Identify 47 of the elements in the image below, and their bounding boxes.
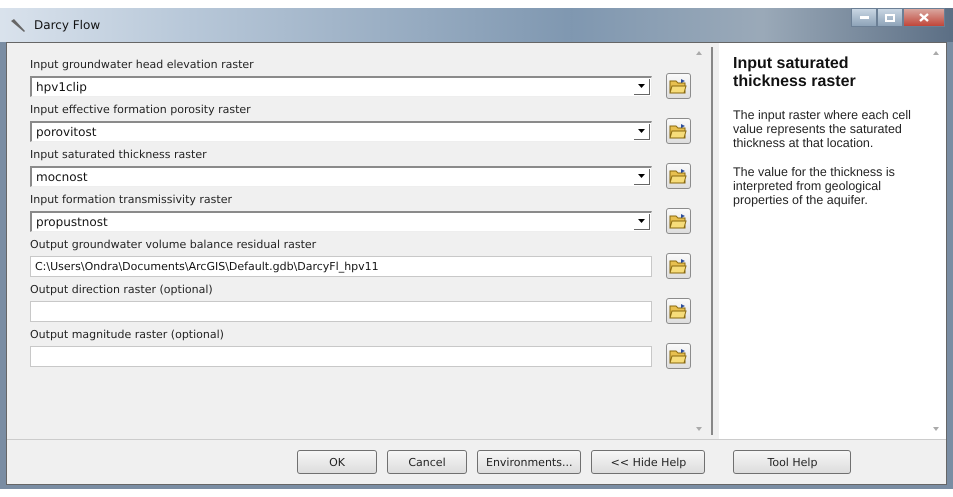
minimize-icon xyxy=(860,16,868,19)
dropdown-field[interactable]: hpv1clip xyxy=(30,76,652,96)
close-button[interactable] xyxy=(903,8,945,27)
minimize-button[interactable] xyxy=(851,8,877,27)
input-field[interactable] xyxy=(30,300,652,322)
dialog-button[interactable]: Tool Help xyxy=(733,450,852,474)
dialog-button[interactable]: Environments... xyxy=(477,450,582,474)
browse-button[interactable] xyxy=(666,208,691,234)
parameter-label: Output magnitude raster (optional) xyxy=(30,327,225,343)
dropdown-arrow-icon xyxy=(638,219,645,223)
browse-button[interactable] xyxy=(666,298,691,324)
dialog-button[interactable]: Cancel xyxy=(387,450,467,474)
parameter-label: Input groundwater head elevation raster xyxy=(30,57,255,73)
close-icon xyxy=(919,13,929,22)
folder-icon xyxy=(669,168,688,184)
dropdown-field[interactable]: propustnost xyxy=(30,210,652,232)
dropdown-arrow-icon xyxy=(638,129,645,133)
input-field[interactable]: C:\Users\Ondra\Documents\ArcGIS\Default.gdb\DarcyFl_hpv11 xyxy=(30,256,652,276)
browse-button[interactable] xyxy=(666,73,691,99)
folder-icon xyxy=(669,303,688,319)
browse-button[interactable] xyxy=(666,163,691,189)
parameter-label: Input effective formation porosity raster xyxy=(30,102,252,118)
parameter-label: Input formation transmissivity raster xyxy=(30,192,233,208)
help-text: The input raster where each cell value represents the saturated thickness at that location. xyxy=(733,108,912,150)
help-title: Input saturated thickness raster xyxy=(733,55,857,91)
maximize-icon xyxy=(885,14,895,22)
folder-icon xyxy=(669,213,688,229)
parameter-label: Output direction raster (optional) xyxy=(30,282,214,298)
dropdown-arrow-icon xyxy=(638,84,645,88)
parameter-label: Output groundwater volume balance residual raster xyxy=(30,237,318,253)
dropdown-field[interactable]: porovitost xyxy=(30,120,652,142)
folder-icon xyxy=(669,123,688,139)
dialog-button[interactable]: << Hide Help xyxy=(591,450,706,474)
help-text: The value for the thickness is interpreted from geological properties of the aquifer. xyxy=(733,165,896,207)
input-field[interactable] xyxy=(30,346,652,366)
folder-icon xyxy=(669,258,688,274)
maximize-button[interactable] xyxy=(877,8,903,27)
dropdown-field[interactable]: mocnost xyxy=(30,166,652,186)
window-title: Darcy Flow xyxy=(34,18,100,32)
folder-icon xyxy=(669,348,688,364)
browse-button[interactable] xyxy=(666,253,691,279)
browse-button[interactable] xyxy=(666,118,691,144)
dialog-button[interactable]: OK xyxy=(297,450,377,474)
dropdown-arrow-icon xyxy=(638,174,645,178)
browse-button[interactable] xyxy=(666,343,691,369)
parameter-label: Input saturated thickness raster xyxy=(30,147,208,163)
folder-icon xyxy=(669,78,688,94)
